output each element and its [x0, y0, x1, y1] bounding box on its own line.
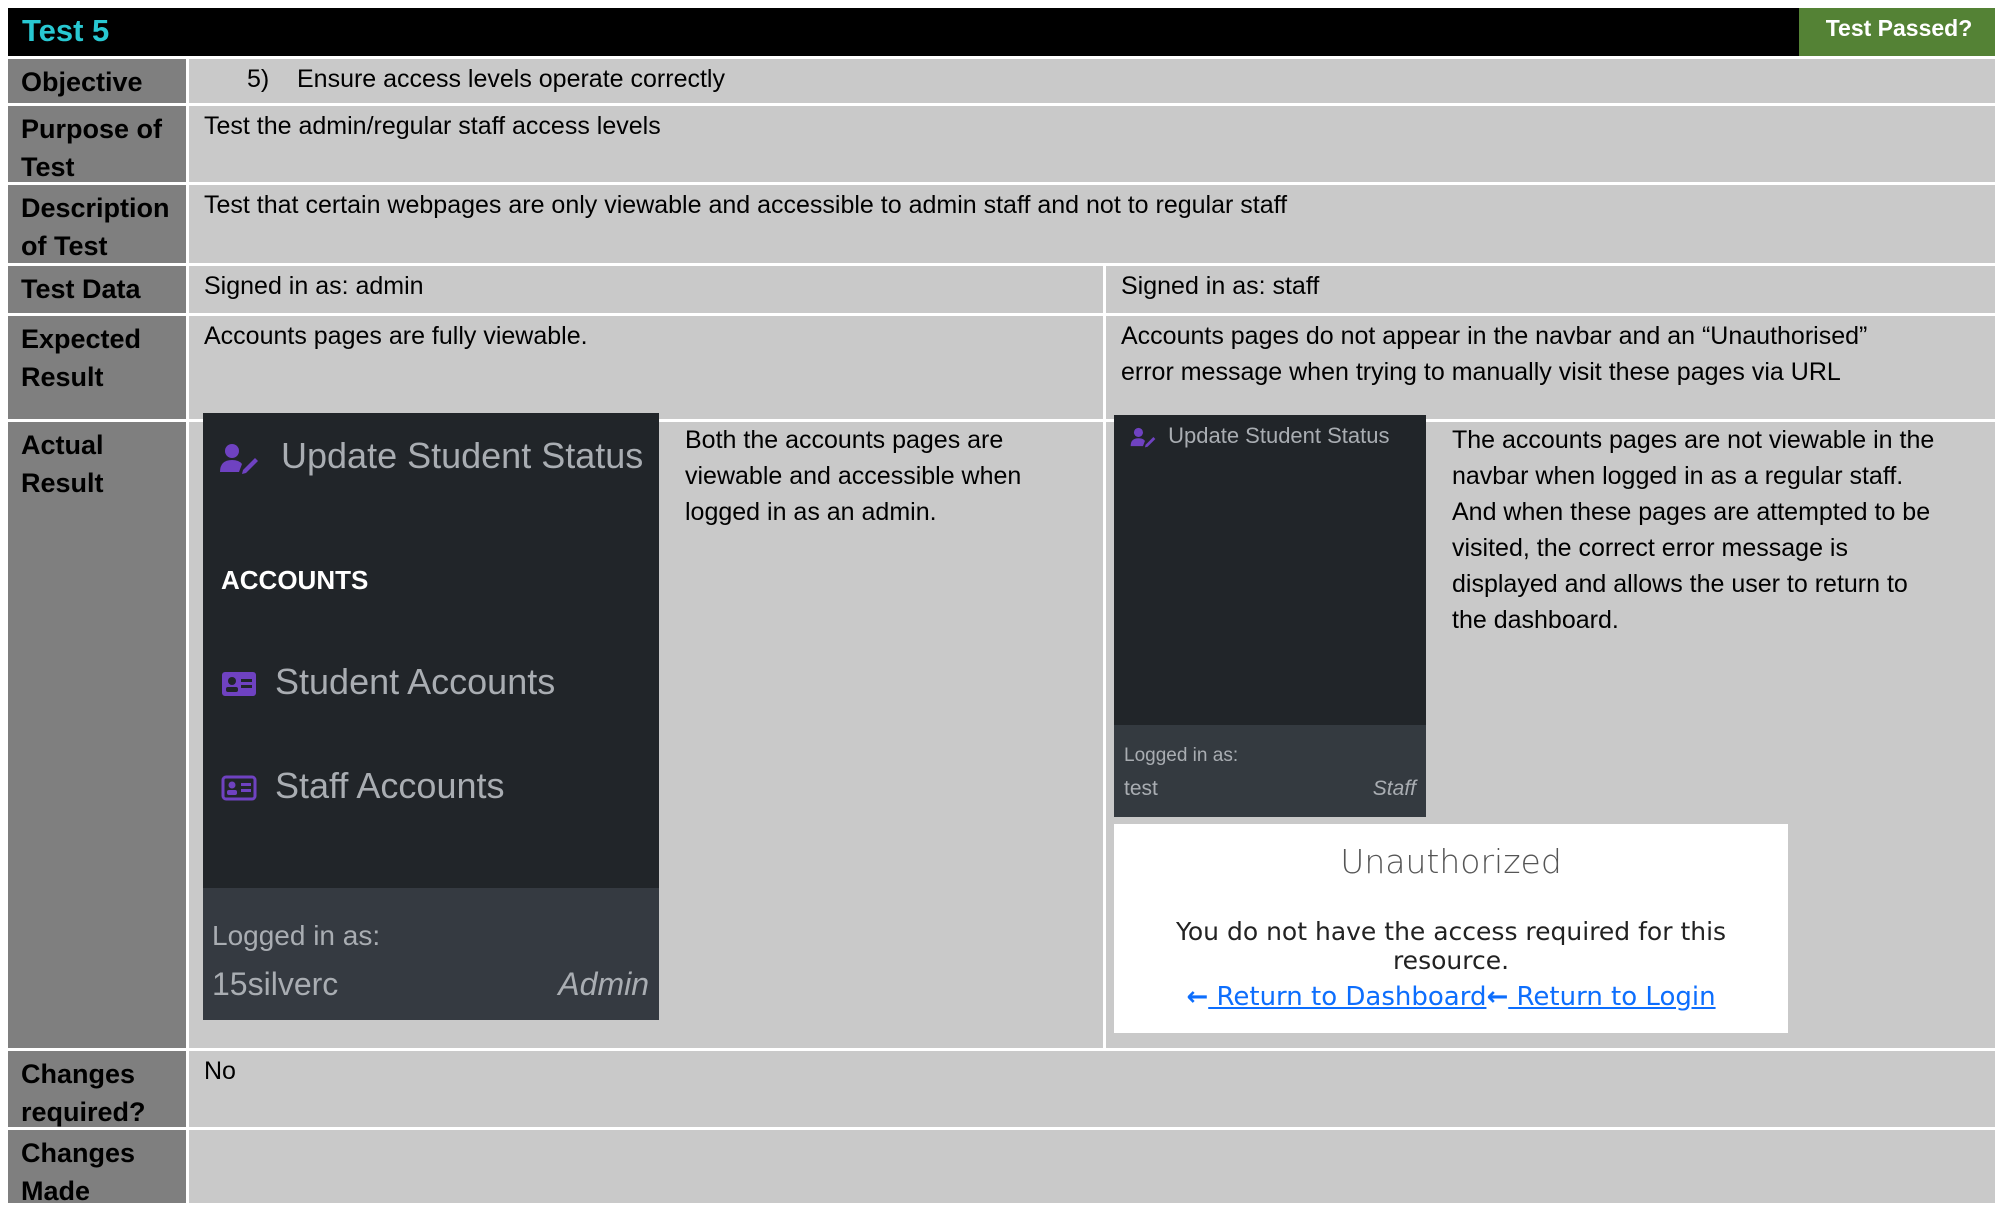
staff-username: test [1124, 777, 1158, 800]
staff-navbar-screenshot: Update Student Status Logged in as: test… [1114, 415, 1426, 817]
user-edit-icon [220, 444, 258, 475]
objective-value: Ensure access levels operate correctly [297, 65, 725, 93]
test-header: Test 5 Test Passed? [8, 8, 1995, 56]
nav-staff-accounts[interactable]: Staff Accounts [221, 765, 505, 807]
staff-user-footer: Logged in as: test Staff [1114, 725, 1426, 817]
return-to-login-link[interactable]: Return to Login [1508, 982, 1716, 1012]
unauthorized-links: ← Return to Dashboard← Return to Login [1114, 982, 1788, 1012]
changes-required-value: No [189, 1051, 1995, 1127]
purpose-row: Purpose of Test Test the admin/regular st… [8, 106, 1995, 182]
objective-row: Objective 5) Ensure access levels operat… [8, 59, 1995, 103]
user-edit-icon [1130, 428, 1156, 448]
admin-navbar-screenshot: Update Student Status ACCOUNTS Student A… [203, 413, 659, 1020]
description-value: Test that certain webpages are only view… [189, 185, 1995, 263]
nav-student-accounts[interactable]: Student Accounts [221, 661, 555, 703]
staff-role: Staff [1372, 777, 1416, 800]
actual-admin-text: Both the accounts pages are viewable and… [685, 426, 1022, 526]
admin-role: Admin [558, 966, 649, 1002]
changes-required-label: Changes required? [8, 1051, 186, 1127]
unauthorized-screenshot: Unauthorized You do not have the access … [1114, 824, 1788, 1033]
id-card-icon [222, 672, 256, 697]
logged-in-label: Logged in as: [212, 920, 381, 951]
unauthorized-message: You do not have the access required for … [1175, 917, 1727, 975]
unauthorized-title: Unauthorized [1340, 842, 1562, 881]
test-data-row: Test Data Signed in as: admin Signed in … [8, 266, 1995, 313]
expected-admin: Accounts pages are fully viewable. [189, 316, 1103, 419]
test-passed-label: Test Passed? [1799, 8, 1995, 56]
objective-label: Objective [8, 59, 186, 103]
test-data-staff: Signed in as: staff [1106, 266, 1995, 313]
arrow-left-icon: ← [1186, 982, 1209, 1012]
objective-number: 5) [247, 65, 270, 93]
expected-label: Expected Result [8, 316, 186, 419]
nav-update-student-status[interactable]: Update Student Status [219, 435, 643, 477]
changes-made-label: Changes Made [8, 1130, 186, 1206]
expected-staff: Accounts pages do not appear in the navb… [1106, 316, 1995, 419]
purpose-value: Test the admin/regular staff access leve… [189, 106, 1995, 182]
id-card-icon [221, 775, 257, 801]
changes-made-value [189, 1130, 1995, 1203]
changes-made-row: Changes Made [8, 1130, 1995, 1206]
test-data-label: Test Data [8, 266, 186, 313]
logged-in-label: Logged in as: [1124, 745, 1239, 766]
test-data-admin: Signed in as: admin [189, 266, 1103, 313]
actual-staff-text: The accounts pages are not viewable in t… [1452, 426, 1935, 634]
test-title: Test 5 [22, 13, 110, 48]
arrow-left-icon: ← [1486, 982, 1509, 1012]
changes-required-row: Changes required? No [8, 1051, 1995, 1127]
actual-label: Actual Result [8, 422, 186, 1048]
purpose-label: Purpose of Test [8, 106, 186, 182]
description-row: Description of Test Test that certain web… [8, 185, 1995, 263]
return-to-dashboard-link[interactable]: Return to Dashboard [1208, 982, 1486, 1012]
admin-user-footer: Logged in as: 15silverc Admin [203, 888, 659, 1020]
accounts-section-heading: ACCOUNTS [221, 565, 369, 595]
description-label: Description of Test [8, 185, 186, 263]
expected-row: Expected Result Accounts pages are fully … [8, 316, 1995, 419]
nav-update-student-status[interactable]: Update Student Status [1130, 423, 1390, 449]
admin-username: 15silverc [212, 966, 339, 1002]
